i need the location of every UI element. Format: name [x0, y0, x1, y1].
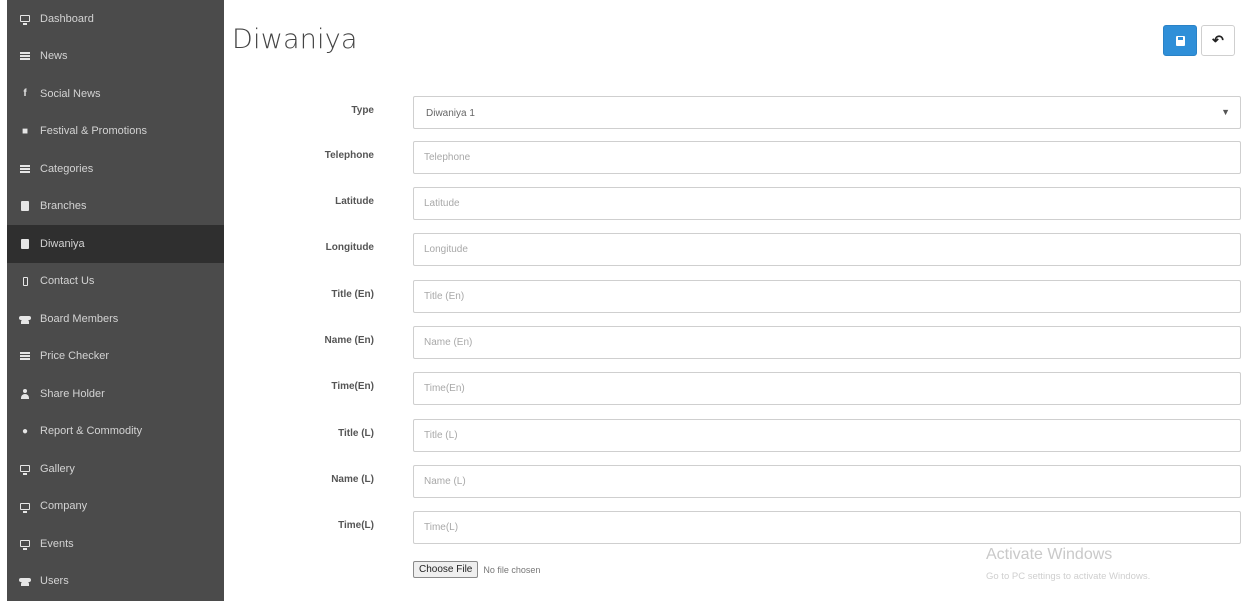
- sidebar-item-label: Users: [40, 575, 69, 588]
- list-icon: [19, 51, 31, 62]
- facebook-icon: f: [23, 88, 27, 100]
- monitor-icon: [19, 501, 31, 513]
- form-row-name-l: Name (L): [232, 465, 1241, 499]
- title-l-label: Title (L): [338, 428, 374, 439]
- name-en-input[interactable]: [413, 326, 1241, 359]
- sidebar-item-company[interactable]: Company: [7, 488, 224, 526]
- time-en-label: Time(En): [331, 381, 374, 392]
- time-en-input[interactable]: [413, 372, 1241, 405]
- time-l-label: Time(L): [338, 520, 374, 531]
- monitor-icon: [19, 463, 31, 476]
- form-row-longitude: Longitude: [232, 233, 1241, 267]
- form-row-telephone: Telephone: [232, 141, 1241, 175]
- file-status: No file chosen: [483, 564, 541, 575]
- name-l-label: Name (L): [331, 474, 374, 485]
- sidebar-item-label: Share Holder: [40, 387, 105, 400]
- sidebar-item-diwaniya[interactable]: Diwaniya: [7, 225, 224, 263]
- book-icon: [19, 201, 31, 212]
- sidebar-item-share-holder[interactable]: Share Holder: [7, 375, 224, 413]
- sidebar-item-categories[interactable]: Categories: [7, 150, 224, 188]
- sidebar-item-price-checker[interactable]: Price Checker: [7, 338, 224, 376]
- sidebar-item-label: Branches: [40, 200, 87, 213]
- reply-icon: ↶: [1212, 32, 1224, 48]
- form-row-title-en: Title (En): [232, 280, 1241, 314]
- sidebar-item-label: Company: [40, 500, 88, 513]
- sidebar-item-label: Contact Us: [40, 275, 95, 288]
- sidebar-item-label: Social News: [40, 87, 101, 100]
- type-select-value: Diwaniya 1: [426, 108, 475, 119]
- longitude-input[interactable]: [413, 233, 1241, 266]
- sidebar-item-label: Board Members: [40, 312, 119, 325]
- user-icon: [19, 388, 31, 399]
- sidebar-item-label: Report & Commodity: [40, 425, 143, 438]
- telephone-input[interactable]: [413, 141, 1241, 174]
- sidebar-item-label: Diwaniya: [40, 237, 85, 250]
- latitude-label: Latitude: [335, 196, 374, 207]
- users-icon: [19, 313, 31, 324]
- save-button[interactable]: [1163, 25, 1197, 56]
- sidebar-item-label: Price Checker: [40, 350, 110, 363]
- sidebar-item-social-news[interactable]: f Social News: [7, 75, 224, 113]
- form-row-time-en: Time(En): [232, 372, 1241, 406]
- title-en-input[interactable]: [413, 280, 1241, 313]
- activate-windows-title: Activate Windows: [986, 546, 1113, 563]
- longitude-label: Longitude: [325, 242, 374, 253]
- monitor-icon: [19, 538, 31, 551]
- form-row-time-l: Time(L): [232, 511, 1241, 545]
- gift-icon: ■: [21, 125, 29, 137]
- page-title: Diwaniya: [232, 24, 358, 55]
- form-row-latitude: Latitude: [232, 187, 1241, 221]
- sidebar-item-report-commodity[interactable]: ● Report & Commodity: [7, 413, 224, 451]
- telephone-label: Telephone: [324, 150, 374, 161]
- phone-icon: [19, 276, 31, 287]
- save-icon: [1175, 35, 1185, 46]
- book-icon: [19, 238, 31, 249]
- sidebar-item-label: Categories: [40, 162, 94, 175]
- users-icon: [19, 576, 31, 587]
- sidebar-item-news[interactable]: News: [7, 38, 224, 76]
- title-l-input[interactable]: [413, 419, 1241, 452]
- name-en-label: Name (En): [324, 335, 374, 346]
- sidebar-item-branches[interactable]: Branches: [7, 188, 224, 226]
- sidebar-item-label: Festival & Promotions: [40, 125, 147, 138]
- activate-windows-subtitle: Go to PC settings to activate Windows.: [986, 571, 1151, 582]
- sidebar-item-label: Gallery: [40, 462, 75, 475]
- chevron-down-icon: ▼: [1221, 107, 1230, 117]
- file-upload: Choose File No file chosen: [413, 561, 540, 578]
- back-button[interactable]: ↶: [1201, 25, 1235, 56]
- form-row-title-l: Title (L): [232, 419, 1241, 453]
- sidebar-item-festival-promotions[interactable]: ■ Festival & Promotions: [7, 113, 224, 151]
- monitor-icon: [19, 13, 31, 26]
- title-en-label: Title (En): [331, 289, 374, 300]
- type-select[interactable]: Diwaniya 1 ▼: [413, 96, 1241, 129]
- sidebar-item-users[interactable]: Users: [7, 563, 224, 601]
- sidebar: Dashboard News f Social News ■ Festival …: [7, 0, 224, 601]
- sidebar-item-gallery[interactable]: Gallery: [7, 450, 224, 488]
- latitude-input[interactable]: [413, 187, 1241, 220]
- sidebar-item-contact-us[interactable]: Contact Us: [7, 263, 224, 301]
- sidebar-item-events[interactable]: Events: [7, 525, 224, 563]
- sidebar-item-board-members[interactable]: Board Members: [7, 300, 224, 338]
- choose-file-button[interactable]: Choose File: [413, 561, 479, 578]
- sidebar-item-label: Dashboard: [40, 12, 94, 25]
- sidebar-item-label: Events: [40, 537, 74, 550]
- sidebar-item-label: News: [40, 50, 68, 63]
- form-row-name-en: Name (En): [232, 326, 1241, 360]
- form-row-type: Type Diwaniya 1 ▼: [232, 96, 1241, 130]
- comments-icon: ●: [21, 425, 29, 437]
- type-label: Type: [351, 105, 374, 116]
- time-l-input[interactable]: [413, 511, 1241, 544]
- sidebar-item-dashboard[interactable]: Dashboard: [7, 0, 224, 38]
- list-icon: [19, 351, 31, 362]
- name-l-input[interactable]: [413, 465, 1241, 498]
- table-icon: [19, 163, 31, 174]
